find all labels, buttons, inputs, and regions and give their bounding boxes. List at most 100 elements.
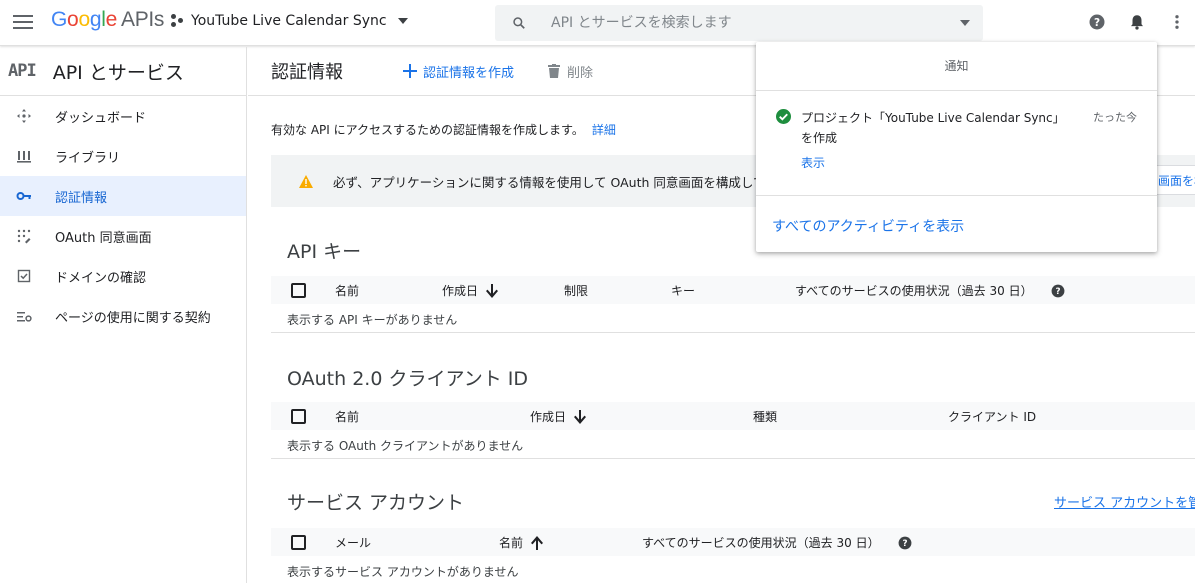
sidebar-item-label: ドメインの確認	[55, 270, 147, 286]
service-accounts-empty-row: 表示するサービス アカウントがありません	[271, 556, 1195, 583]
consent-icon	[16, 228, 32, 244]
plus-icon	[403, 64, 417, 78]
search-icon	[513, 17, 525, 29]
notifications-panel: 通知 プロジェクト「YouTube Live Calendar Sync」 を作…	[756, 42, 1157, 252]
notification-view-link[interactable]: 表示	[801, 154, 825, 171]
logo-apis: APIs	[120, 8, 165, 31]
col-restrictions: 制限	[564, 284, 589, 298]
arrow-down-icon	[486, 283, 499, 298]
key-icon	[16, 188, 32, 204]
sidebar-header: API API とサービス	[0, 47, 246, 96]
col-type: 種類	[753, 410, 778, 424]
sidebar-item-label: 認証情報	[55, 190, 108, 206]
google-apis-logo[interactable]: Google APIs	[51, 8, 164, 32]
description-text: 有効な API にアクセスするための認証情報を作成します。	[271, 123, 584, 137]
sidebar-item-oauth-consent[interactable]: OAuth 同意画面	[0, 216, 246, 256]
empty-message: 表示する API キーがありません	[287, 313, 458, 327]
arrow-up-icon	[531, 535, 544, 550]
notification-text: プロジェクト「YouTube Live Calendar Sync」 を作成	[801, 108, 1081, 148]
search-bar[interactable]	[495, 5, 983, 41]
create-credentials-label: 認証情報を作成	[423, 65, 515, 81]
svg-text:?: ?	[1055, 286, 1060, 296]
notifications-bell-icon[interactable]	[1128, 13, 1146, 31]
project-dots-icon	[171, 14, 185, 28]
api-keys-empty-row: 表示する API キーがありません	[271, 304, 1195, 333]
top-bar: GoogleAPIs YouTube Live Calendar Sync ?	[0, 0, 1195, 46]
sidebar-item-credentials[interactable]: 認証情報	[0, 176, 246, 216]
project-name: YouTube Live Calendar Sync	[191, 13, 387, 29]
col-name[interactable]: 名前	[335, 282, 359, 299]
sidebar-item-page-usage-agreements[interactable]: ページの使用に関する契約	[0, 296, 246, 336]
notification-time: たった今	[1093, 111, 1137, 124]
col-created-label: 作成日	[530, 410, 567, 424]
view-all-activity-link[interactable]: すべてのアクティビティを表示	[772, 216, 964, 236]
sidebar-item-dashboard[interactable]: ダッシュボード	[0, 96, 246, 136]
trash-icon	[548, 64, 561, 78]
select-all-checkbox[interactable]	[291, 409, 306, 424]
chevron-down-icon	[397, 18, 408, 24]
search-dropdown-icon[interactable]	[960, 20, 970, 26]
svg-text:?: ?	[902, 538, 907, 548]
help-icon[interactable]: ?	[890, 536, 912, 550]
svg-text:?: ?	[1094, 17, 1100, 29]
delete-label: 削除	[567, 65, 594, 81]
sidebar-item-label: ページの使用に関する契約	[55, 310, 211, 326]
col-usage-label: すべてのサービスの使用状況（過去 30 日）	[642, 536, 880, 550]
col-client-id: クライアント ID	[948, 410, 1037, 424]
col-name[interactable]: 名前	[335, 408, 359, 425]
arrow-down-icon	[574, 409, 587, 424]
sidebar-item-label: ダッシュボード	[55, 110, 147, 126]
settings-list-icon	[16, 308, 32, 324]
logo-google: Google	[51, 8, 117, 31]
library-icon	[16, 148, 32, 164]
col-name-label: 名前	[499, 536, 524, 550]
warning-icon	[299, 174, 313, 188]
check-circle-icon	[776, 109, 791, 124]
notifications-title: 通知	[756, 42, 1157, 91]
sidebar: API API とサービス ダッシュボード ライブラリ 認証情報 OAuth 同…	[0, 47, 247, 583]
notification-item: プロジェクト「YouTube Live Calendar Sync」 を作成 た…	[756, 91, 1157, 196]
help-icon[interactable]: ?	[1043, 284, 1065, 298]
select-all-checkbox[interactable]	[291, 535, 306, 550]
empty-message: 表示するサービス アカウントがありません	[287, 565, 519, 579]
col-created[interactable]: 作成日	[442, 282, 499, 299]
page-title: 認証情報	[271, 62, 343, 83]
col-created[interactable]: 作成日	[530, 408, 587, 425]
api-keys-title: API キー	[287, 241, 362, 263]
help-icon[interactable]: ?	[1088, 13, 1106, 31]
sidebar-item-label: OAuth 同意画面	[55, 230, 152, 246]
oauth-table-header: 名前 作成日 種類 クライアント ID	[271, 402, 1195, 430]
warning-text: 必ず、アプリケーションに関する情報を使用して OAuth 同意画面を構成してくだ…	[333, 174, 828, 190]
sidebar-title: API とサービス	[52, 61, 184, 84]
notification-line-1: プロジェクト「YouTube Live Calendar Sync」	[801, 111, 1065, 125]
api-keys-table-header: 名前 作成日 制限 キー すべてのサービスの使用状況（過去 30 日）?	[271, 276, 1195, 304]
details-link[interactable]: 詳細	[592, 123, 616, 137]
search-input[interactable]	[551, 12, 931, 34]
service-accounts-table-header: メール 名前 すべてのサービスの使用状況（過去 30 日）?	[271, 528, 1195, 556]
sidebar-item-label: ライブラリ	[55, 150, 121, 166]
more-vert-icon[interactable]	[1168, 13, 1186, 31]
col-usage: すべてのサービスの使用状況（過去 30 日）?	[642, 534, 912, 551]
col-created-label: 作成日	[442, 284, 479, 298]
manage-service-accounts-link[interactable]: サービス アカウントを管理	[1054, 492, 1195, 511]
col-name[interactable]: 名前	[499, 534, 544, 551]
sidebar-item-library[interactable]: ライブラリ	[0, 136, 246, 176]
project-selector[interactable]: YouTube Live Calendar Sync	[171, 13, 408, 29]
api-badge-icon: API	[8, 61, 37, 81]
delete-button[interactable]: 削除	[548, 62, 593, 81]
col-usage: すべてのサービスの使用状況（過去 30 日）?	[795, 282, 1065, 299]
dashboard-icon	[16, 108, 32, 124]
sidebar-item-domain-verification[interactable]: ドメインの確認	[0, 256, 246, 296]
create-credentials-button[interactable]: 認証情報を作成	[403, 62, 514, 81]
checkbox-icon	[16, 268, 32, 284]
select-all-checkbox[interactable]	[291, 283, 306, 298]
empty-message: 表示する OAuth クライアントがありません	[287, 439, 524, 453]
col-email: メール	[335, 536, 372, 550]
configure-consent-button[interactable]: 画面を構成	[1155, 165, 1195, 195]
oauth-title: OAuth 2.0 クライアント ID	[287, 368, 528, 390]
page-description: 有効な API にアクセスするための認証情報を作成します。 詳細	[271, 121, 616, 138]
notification-line-2: を作成	[801, 131, 838, 145]
main-menu-icon[interactable]	[12, 11, 34, 33]
col-key: キー	[671, 284, 696, 298]
oauth-empty-row: 表示する OAuth クライアントがありません	[271, 430, 1195, 459]
